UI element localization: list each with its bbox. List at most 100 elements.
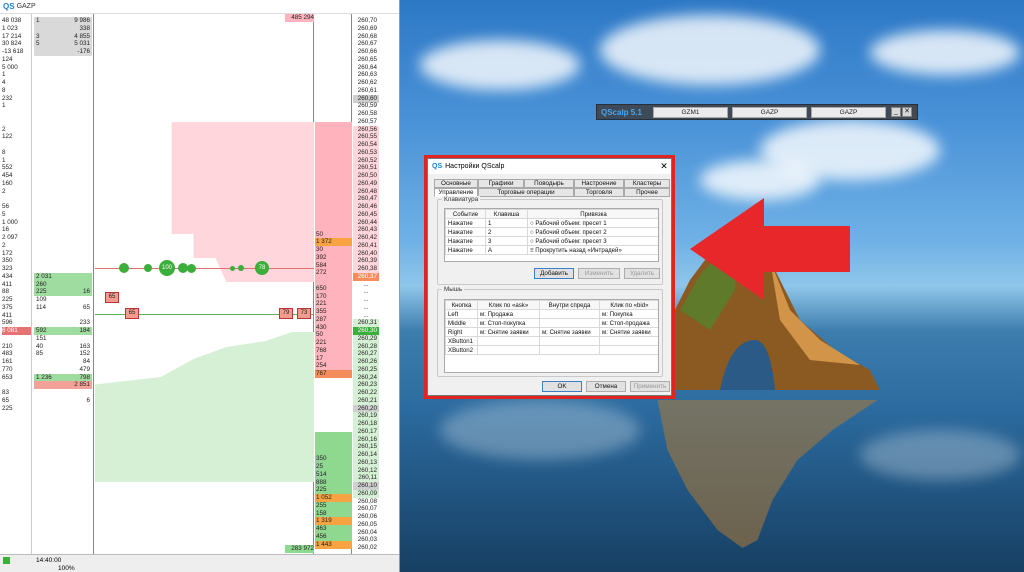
volume-cell[interactable]: 1 443	[315, 540, 352, 549]
price-column[interactable]: 260,70 260,69 260,68 260,67 260,66 260,65 260,…	[353, 14, 379, 554]
dialog-titlebar: QS Настройки QScalp ✕	[428, 159, 671, 174]
rock-reflection-image	[657, 400, 878, 548]
column-header[interactable]: Событие	[445, 209, 486, 219]
cell-text: A	[488, 246, 493, 254]
cell-text: Left	[448, 310, 459, 318]
column-header[interactable]: Клик по «ask»	[477, 300, 540, 310]
table-cell: XButton2	[445, 345, 478, 355]
table-row[interactable]: Нажатие 3 ○ Рабочий объем: пресет 3	[445, 236, 658, 246]
table-cell	[599, 336, 658, 346]
table-cell	[539, 309, 600, 319]
close-icon[interactable]: ✕	[657, 161, 671, 172]
cell-text: м: Стоп-продажа	[602, 319, 650, 327]
table-row[interactable]: Middle м: Стоп-покупка м: Стоп-продажа	[445, 318, 658, 328]
bottom-volume-marker: 283 972	[285, 545, 314, 553]
column-header[interactable]: Клик по «bid»	[599, 300, 658, 310]
tab-klastery[interactable]: Кластеры	[624, 179, 670, 188]
qscalp-logo-icon: QS	[432, 163, 443, 170]
ok-button[interactable]: OK	[542, 381, 582, 392]
table-row[interactable]: XButton1	[445, 336, 658, 346]
table-cell: XButton1	[445, 336, 478, 346]
window-title: GAZP	[16, 3, 36, 10]
cluster-value: 225	[2, 404, 13, 412]
trade-badge: 65	[105, 292, 119, 303]
close-button[interactable]: ✕	[902, 107, 912, 117]
column-header[interactable]: Привязка	[527, 209, 658, 219]
table-row[interactable]: Нажатие 2 ○ Рабочий объем: пресет 2	[445, 227, 658, 237]
qscalp-title: QScalp 5.1	[601, 107, 642, 117]
table-cell	[599, 345, 658, 355]
tab-povodyr[interactable]: Поводырь	[524, 179, 574, 188]
trade-circle: 78	[255, 261, 269, 275]
tab-osnovnye[interactable]: Основные	[434, 179, 478, 188]
tab-torgovlya[interactable]: Торговля	[574, 188, 624, 197]
keyboard-group-label: Клавиатура	[442, 196, 481, 203]
table-row[interactable]: Нажатие A ≡ Прокрутить назад «Интрадей»	[445, 245, 658, 255]
table-cell	[539, 345, 600, 355]
qscalp-logo-icon: QS	[3, 2, 15, 11]
cell-text: м: Покупка	[602, 310, 633, 318]
volume-column[interactable]: 50 1 372 30 392 584 272 650 170 221 355 287 430 50 22…	[315, 14, 352, 554]
cell-text: м: Продажа	[480, 310, 514, 318]
keyboard-table[interactable]: Событие Клавиша Привязка Нажатие 1 ○ Рабоч…	[444, 208, 659, 262]
trades-column: 19 986 338 3 4 855 5 5 031 -176 2 031 260 225 16 10…	[33, 14, 94, 554]
table-row[interactable]: Left м: Продажа м: Покупка	[445, 309, 658, 319]
minimize-button[interactable]: _	[891, 107, 901, 117]
status-bar: 14:40:00 100%	[0, 554, 399, 572]
table-cell: ○ Рабочий объем: пресет 3	[527, 236, 658, 246]
table-cell: Right	[445, 327, 478, 337]
table-row[interactable]: Нажатие 1 ○ Рабочий объем: пресет 1	[445, 218, 658, 228]
tab-prochee[interactable]: Прочее	[624, 188, 670, 197]
cell-text: Нажатие	[448, 219, 473, 227]
table-cell: м: Продажа	[477, 309, 540, 319]
table-cell	[539, 318, 600, 328]
cell-text: XButton2	[448, 346, 474, 354]
table-cell: м: Снятие заявки	[599, 327, 658, 337]
table-cell: м: Снятие заявки	[539, 327, 600, 337]
cancel-button[interactable]: Отмена	[586, 381, 626, 392]
tab-nastroenie[interactable]: Настроение	[574, 179, 624, 188]
change-button[interactable]: Изменить	[578, 268, 620, 279]
keyboard-group: Клавиатура Событие Клавиша Привязка Нажа…	[437, 196, 663, 285]
top-volume-marker: 485 294	[285, 14, 314, 22]
tab-grafiki[interactable]: Графики	[478, 179, 524, 188]
table-cell: A	[485, 245, 528, 255]
status-zoom: 100%	[58, 565, 75, 572]
mouse-group-label: Мышь	[442, 286, 465, 293]
price-level[interactable]: 260,02	[353, 544, 379, 552]
table-cell: 2	[485, 227, 528, 237]
instrument-button-gazp[interactable]: GAZP	[732, 106, 807, 118]
chart-area[interactable]: 100 78 65 65 79 73 485 294 283 972	[95, 14, 314, 554]
order-book-window: QS GAZP 48 038 1 023 17 214 30 824 -13 618 12…	[0, 0, 400, 572]
add-button[interactable]: Добавить	[534, 268, 574, 279]
table-cell: 3	[485, 236, 528, 246]
table-cell: Нажатие	[445, 227, 486, 237]
trade-row	[34, 405, 92, 413]
dialog-title: Настройки QScalp	[445, 163, 505, 170]
table-cell	[477, 336, 540, 346]
trade-badge: 65	[125, 308, 139, 319]
trade-badge: 79	[279, 308, 293, 319]
mouse-table[interactable]: Кнопка Клик по «ask» Внутри спреда Клик …	[444, 299, 659, 373]
cell-text: 1	[488, 219, 492, 227]
connection-indicator	[3, 557, 10, 564]
table-row[interactable]: Right м: Снятие заявки м: Снятие заявки м: …	[445, 327, 658, 337]
cell-text: Нажатие	[448, 246, 473, 254]
instrument-button-gzm1[interactable]: GZM1	[653, 106, 728, 118]
tab-torgovye-operacii[interactable]: Торговые операции	[478, 188, 574, 197]
delete-button[interactable]: Удалить	[624, 268, 660, 279]
column-header[interactable]: Клавиша	[485, 209, 528, 219]
trade-circle: 100	[159, 260, 175, 276]
settings-dialog: QS Настройки QScalp ✕ Основные Графики П…	[427, 158, 672, 396]
column-header[interactable]: Кнопка	[445, 300, 478, 310]
table-row[interactable]: XButton2	[445, 345, 658, 355]
cell-text: Нажатие	[448, 237, 473, 245]
cell-text: 2	[488, 228, 492, 236]
column-header[interactable]: Внутри спреда	[539, 300, 600, 310]
cell-text: 3	[488, 237, 492, 245]
red-arrow-annotation	[690, 198, 850, 300]
table-cell: м: Снятие заявки	[477, 327, 540, 337]
cell-text: м: Снятие заявки	[480, 328, 529, 336]
instrument-button-gazp-2[interactable]: GAZP	[811, 106, 886, 118]
apply-button[interactable]: Применить	[630, 381, 670, 392]
